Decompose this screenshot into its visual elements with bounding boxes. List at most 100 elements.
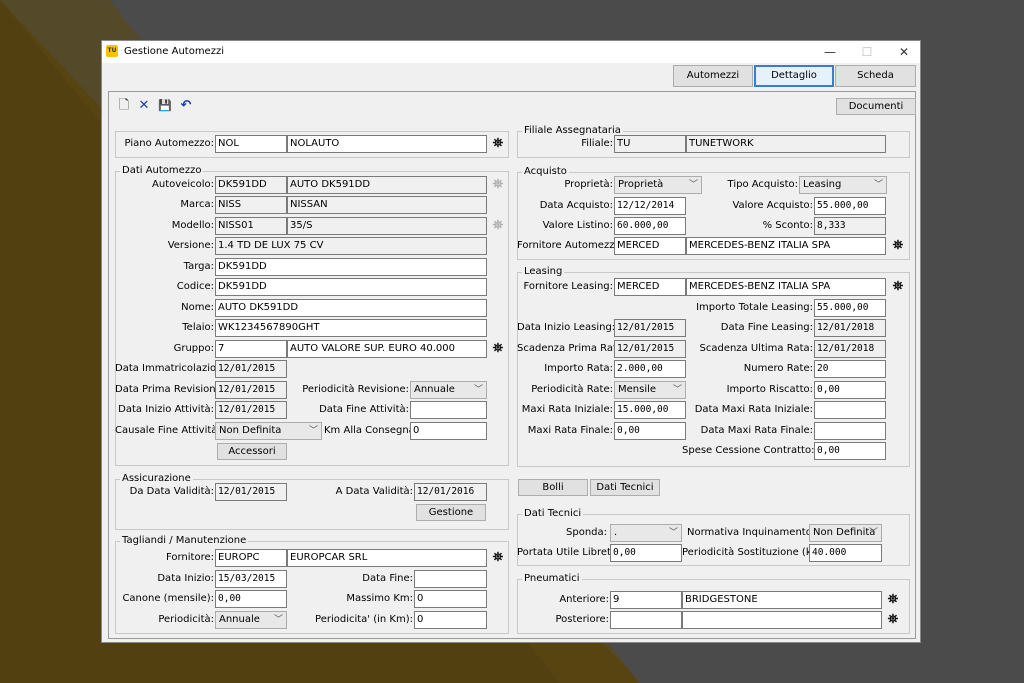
valore-listino-field[interactable]: 60.000,00 <box>614 217 686 235</box>
undo-icon[interactable]: ↶ <box>179 99 193 113</box>
inizio-leasing-field[interactable]: 12/01/2015 <box>614 319 686 337</box>
piano-desc-field[interactable]: NOLAUTO <box>287 135 487 153</box>
gestione-button[interactable]: Gestione <box>416 504 486 521</box>
data-maxi-finale-field[interactable] <box>814 422 886 440</box>
fornitore-automezzo-desc-field[interactable]: MERCEDES-BENZ ITALIA SPA <box>686 237 886 255</box>
da-data-validita-field[interactable]: 12/01/2015 <box>215 483 287 501</box>
fornitore-leasing-code-field[interactable]: MERCED <box>614 278 686 296</box>
documenti-button[interactable]: Documenti <box>836 98 916 115</box>
immatricolazione-field[interactable]: 12/01/2015 <box>215 360 287 378</box>
periodicita-rate-select[interactable]: Mensile ﹀ <box>614 381 686 399</box>
save-icon[interactable]: 💾 <box>158 99 172 113</box>
canone-field[interactable]: 0,00 <box>215 590 287 608</box>
gruppo-desc-field[interactable]: AUTO VALORE SUP. EURO 40.000 <box>287 340 487 358</box>
numero-rate-field[interactable]: 20 <box>814 360 886 378</box>
minimize-button[interactable]: — <box>815 43 845 61</box>
accessori-button[interactable]: Accessori <box>217 443 287 460</box>
tagl-periodicita-select[interactable]: Annuale ﹀ <box>215 611 287 629</box>
maxi-rata-finale-label: Maxi Rata Finale: <box>527 425 613 436</box>
fornitore-automezzo-code-field[interactable]: MERCED <box>614 237 686 255</box>
anteriore-desc-field[interactable]: BRIDGESTONE <box>682 591 882 609</box>
delete-icon[interactable]: ✕ <box>137 99 151 113</box>
close-button[interactable]: ✕ <box>889 43 919 61</box>
binoculars-icon[interactable]: ⛯ <box>488 135 508 153</box>
versione-label: Versione: <box>167 240 214 251</box>
targa-field[interactable]: DK591DD <box>215 258 487 276</box>
inizio-leasing-label: Data Inizio Leasing: <box>517 322 616 333</box>
periodicita-revisione-select[interactable]: Annuale ﹀ <box>410 381 487 399</box>
tab-automezzi[interactable]: Automezzi <box>673 65 753 87</box>
chevron-down-icon: ﹀ <box>672 385 682 395</box>
filiale-desc-field[interactable]: TUNETWORK <box>686 135 886 153</box>
new-document-icon[interactable]: 🗋 <box>117 99 131 113</box>
fine-leasing-field[interactable]: 12/01/2018 <box>814 319 886 337</box>
tagl-fornitore-desc-field[interactable]: EUROPCAR SRL <box>287 549 487 567</box>
fornitore-leasing-desc-field[interactable]: MERCEDES-BENZ ITALIA SPA <box>686 278 886 296</box>
binoculars-icon[interactable]: ⛯ <box>488 549 508 567</box>
marca-desc-field[interactable]: NISSAN <box>287 196 487 214</box>
proprieta-select[interactable]: Proprietà ﹀ <box>614 176 702 194</box>
anteriore-code-field[interactable]: 9 <box>610 591 682 609</box>
piano-code-field[interactable]: NOL <box>215 135 287 153</box>
tipo-acquisto-select[interactable]: Leasing ﹀ <box>799 176 887 194</box>
periodicita-sostituzione-field[interactable]: 40.000 <box>809 544 882 562</box>
maximize-button[interactable]: ☐ <box>852 43 882 61</box>
dati-tecnici-button[interactable]: Dati Tecnici <box>590 479 660 496</box>
marca-code-field[interactable]: NISS <box>215 196 287 214</box>
autoveicolo-desc-field[interactable]: AUTO DK591DD <box>287 176 487 194</box>
valore-acquisto-field[interactable]: 55.000,00 <box>814 197 886 215</box>
modello-code-field[interactable]: NISS01 <box>215 217 287 235</box>
telaio-field[interactable]: WK1234567890GHT <box>215 319 487 337</box>
versione-field[interactable]: 1.4 TD DE LUX 75 CV <box>215 237 487 255</box>
tagl-inizio-field[interactable]: 15/03/2015 <box>215 570 287 588</box>
causale-fine-select[interactable]: Non Definita ﹀ <box>215 422 322 440</box>
tagl-fine-label: Data Fine: <box>362 573 413 584</box>
ultima-rata-field[interactable]: 12/01/2018 <box>814 340 886 358</box>
sponda-select[interactable]: . ﹀ <box>610 524 682 542</box>
pneumatici-title: Pneumatici <box>522 573 582 585</box>
fine-attivita-field[interactable] <box>410 401 487 419</box>
sconto-label: % Sconto: <box>762 220 813 231</box>
gruppo-code-field[interactable]: 7 <box>215 340 287 358</box>
massimo-km-field[interactable]: 0 <box>414 590 487 608</box>
importo-rata-field[interactable]: 2.000,00 <box>614 360 686 378</box>
posteriore-desc-field[interactable] <box>682 611 882 629</box>
prima-rata-field[interactable]: 12/01/2015 <box>614 340 686 358</box>
tab-dettaglio[interactable]: Dettaglio <box>754 65 834 87</box>
importo-riscatto-field[interactable]: 0,00 <box>814 381 886 399</box>
codice-field[interactable]: DK591DD <box>215 278 487 296</box>
periodicita-km-field[interactable]: 0 <box>414 611 487 629</box>
posteriore-code-field[interactable] <box>610 611 682 629</box>
binoculars-icon[interactable]: ⛯ <box>883 611 903 629</box>
maxi-rata-iniziale-field[interactable]: 15.000,00 <box>614 401 686 419</box>
data-acquisto-field[interactable]: 12/12/2014 <box>614 197 686 215</box>
a-data-validita-field[interactable]: 12/01/2016 <box>414 483 487 501</box>
normativa-select[interactable]: Non Definita ﹀ <box>809 524 882 542</box>
tagl-fornitore-code-field[interactable]: EUROPC <box>215 549 287 567</box>
sconto-field[interactable]: 8,333 <box>814 217 886 235</box>
prima-revisione-field[interactable]: 12/01/2015 <box>215 381 287 399</box>
inizio-attivita-field[interactable]: 12/01/2015 <box>215 401 287 419</box>
km-consegna-field[interactable]: 0 <box>410 422 487 440</box>
causale-fine-label: Causale Fine Attività: <box>115 425 221 436</box>
portata-field[interactable]: 0,00 <box>610 544 682 562</box>
tagl-fine-field[interactable] <box>414 570 487 588</box>
data-maxi-iniziale-field[interactable] <box>814 401 886 419</box>
modello-desc-field[interactable]: 35/S <box>287 217 487 235</box>
binoculars-icon[interactable]: ⛯ <box>488 340 508 358</box>
filiale-code-field[interactable]: TU <box>614 135 686 153</box>
tab-scheda[interactable]: Scheda <box>835 65 916 87</box>
periodicita-km-label: Periodicita' (in Km): <box>315 614 413 625</box>
bolli-button[interactable]: Bolli <box>518 479 588 496</box>
autoveicolo-code-field[interactable]: DK591DD <box>215 176 287 194</box>
prima-revisione-label: Data Prima Revisione: <box>115 384 226 395</box>
binoculars-icon[interactable]: ⛯ <box>883 591 903 609</box>
maxi-rata-finale-field[interactable]: 0,00 <box>614 422 686 440</box>
spese-cessione-field[interactable]: 0,00 <box>814 442 886 460</box>
tagliandi-title: Tagliandi / Manutenzione <box>120 535 249 547</box>
dati-tecnici-title: Dati Tecnici <box>522 508 584 520</box>
binoculars-icon[interactable]: ⛯ <box>888 278 908 296</box>
nome-field[interactable]: AUTO DK591DD <box>215 299 487 317</box>
binoculars-icon[interactable]: ⛯ <box>888 237 908 255</box>
importo-totale-field[interactable]: 55.000,00 <box>814 299 886 317</box>
